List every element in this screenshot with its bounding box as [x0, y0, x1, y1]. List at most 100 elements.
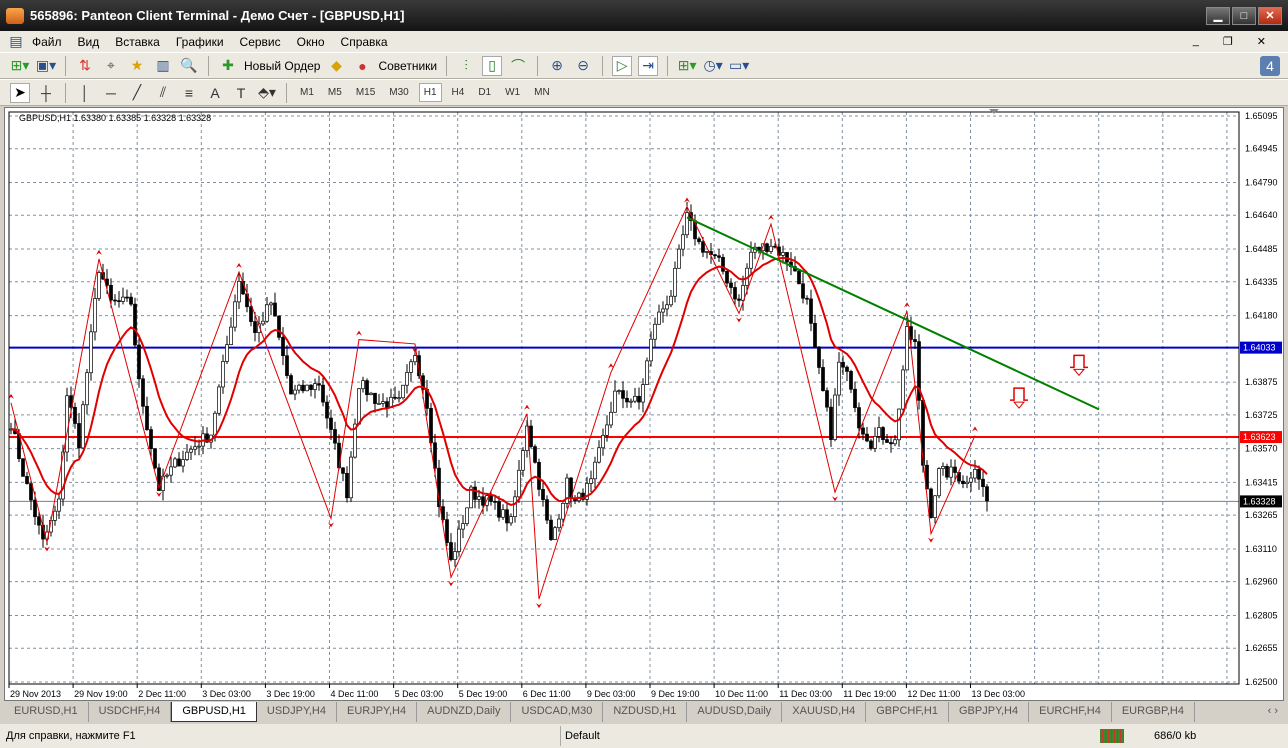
chart-tab[interactable]: EURJPY,H4	[337, 702, 418, 722]
chart-tab[interactable]: EURGBP,H4	[1112, 702, 1195, 722]
chart-tab[interactable]: EURCHF,H4	[1029, 702, 1112, 722]
new-order-button[interactable]: Новый Ордер	[244, 59, 320, 73]
tab-scroll-arrows[interactable]: ‹ ›	[1258, 702, 1288, 722]
chart-tab[interactable]: AUDNZD,Daily	[417, 702, 512, 722]
chart-shift-icon[interactable]: ⇥	[638, 55, 659, 76]
mdi-minimize-button[interactable]: _	[1193, 35, 1199, 48]
price-chart[interactable]: 1.65095 1.64945 1.64790 1.64640 1.64485 1.643…	[5, 108, 1285, 702]
menu-view[interactable]: Вид	[78, 35, 100, 49]
timeframe-w1[interactable]: W1	[501, 84, 524, 101]
fibonacci-icon[interactable]: ≡	[179, 83, 199, 103]
horizontal-line-icon[interactable]: ─	[101, 83, 121, 103]
menu-tools[interactable]: Сервис	[240, 35, 281, 49]
chart-tab[interactable]: AUDUSD,Daily	[687, 702, 783, 722]
market-watch-icon[interactable]: ⇅	[75, 56, 95, 76]
candle-body	[81, 404, 85, 449]
mdi-restore-button[interactable]: ❐	[1223, 35, 1233, 48]
candle-body	[725, 270, 729, 284]
timeframe-m30[interactable]: M30	[385, 84, 412, 101]
connection-icon	[1100, 729, 1124, 743]
candle-body	[329, 417, 333, 430]
timeframe-h4[interactable]: H4	[448, 84, 469, 101]
timeframe-h1[interactable]: H1	[418, 83, 442, 102]
crosshair-icon[interactable]: ┼	[36, 83, 56, 103]
data-window-icon[interactable]: ⌖	[101, 56, 121, 76]
chart-window[interactable]: 1.65095 1.64945 1.64790 1.64640 1.64485 1.643…	[4, 107, 1284, 701]
menu-help[interactable]: Справка	[341, 35, 388, 49]
vertical-line-icon[interactable]: │	[75, 83, 95, 103]
chart-window-icon[interactable]: ▤	[6, 32, 26, 52]
new-order-icon[interactable]: ✚	[218, 56, 238, 76]
periods-icon[interactable]: ◷▾	[703, 56, 723, 76]
candle-body	[333, 429, 337, 444]
chart-tab[interactable]: XAUUSD,H4	[782, 702, 867, 722]
horizontal-line-price: 1.63623	[1243, 432, 1276, 442]
bar-chart-icon[interactable]: ⫶	[456, 56, 476, 76]
new-chart-icon[interactable]: ⊞▾	[10, 56, 30, 76]
candle-body	[849, 371, 853, 390]
templates-icon[interactable]: ▭▾	[729, 56, 749, 76]
candle-body	[973, 469, 977, 479]
title-bar: 565896: Panteon Client Terminal - Демо С…	[0, 0, 1288, 31]
zoom-out-icon[interactable]: ⊖	[573, 56, 593, 76]
chart-tab[interactable]: GBPCHF,H1	[866, 702, 949, 722]
candle-body	[229, 326, 233, 346]
mdi-close-button[interactable]: ✕	[1257, 35, 1266, 48]
maximize-button[interactable]: □	[1232, 7, 1256, 25]
alert-icon[interactable]: ◆	[326, 56, 346, 76]
close-button[interactable]: ✕	[1258, 7, 1282, 25]
profiles-icon[interactable]: ▣▾	[36, 56, 56, 76]
menu-file[interactable]: Файл	[32, 35, 62, 49]
candle-body	[717, 255, 721, 258]
equidistant-channel-icon[interactable]: ⫽	[153, 83, 173, 103]
experts-icon[interactable]: ●	[352, 56, 372, 76]
timeframe-m5[interactable]: M5	[324, 84, 346, 101]
zoom-in-icon[interactable]: ⊕	[547, 56, 567, 76]
auto-scroll-icon[interactable]: ▷	[612, 55, 633, 76]
candle-body	[985, 486, 989, 502]
chart-tab[interactable]: USDCHF,H4	[89, 702, 172, 722]
candle-body	[301, 384, 305, 392]
indicators-icon[interactable]: ⊞▾	[677, 56, 697, 76]
sell-arrow-icon	[1072, 368, 1086, 377]
chart-tab[interactable]: USDCAD,M30	[511, 702, 604, 722]
timeframe-mn[interactable]: MN	[530, 84, 554, 101]
experts-button[interactable]: Советники	[378, 59, 437, 73]
arrows-icon[interactable]: ⬘▾	[257, 83, 277, 103]
candle-body	[977, 469, 981, 480]
candle-body	[913, 339, 917, 343]
text-label-icon[interactable]: T	[231, 83, 251, 103]
menu-window[interactable]: Окно	[297, 35, 325, 49]
line-chart-icon[interactable]: ⌒	[508, 56, 528, 76]
chart-tab[interactable]: GBPJPY,H4	[949, 702, 1030, 722]
chart-tab[interactable]: EURUSD,H1	[4, 702, 89, 722]
minimize-button[interactable]: ▁	[1206, 7, 1230, 25]
chart-tab[interactable]: USDJPY,H4	[257, 702, 337, 722]
menu-charts[interactable]: Графики	[176, 35, 224, 49]
candle-body	[685, 212, 689, 236]
candle-body	[953, 466, 957, 473]
timeframe-d1[interactable]: D1	[474, 84, 495, 101]
text-icon[interactable]: A	[205, 83, 225, 103]
candlestick-icon[interactable]: ▯	[482, 55, 503, 76]
navigator-icon[interactable]: ★	[127, 56, 147, 76]
chart-tab[interactable]: NZDUSD,H1	[603, 702, 688, 722]
candle-body	[289, 375, 293, 395]
chart-tab[interactable]: GBPUSD,H1	[171, 702, 257, 722]
time-tick-label: 5 Dec 19:00	[459, 689, 508, 699]
menu-insert[interactable]: Вставка	[115, 35, 160, 49]
trendline-icon[interactable]: ╱	[127, 83, 147, 103]
candle-body	[649, 338, 653, 362]
comments-icon[interactable]: 4	[1260, 55, 1280, 76]
cursor-icon[interactable]: ➤	[10, 82, 30, 103]
candle-body	[513, 496, 517, 517]
candle-body	[149, 429, 153, 450]
candle-body	[981, 478, 985, 488]
timeframe-m1[interactable]: M1	[296, 84, 318, 101]
strategy-tester-icon[interactable]: 🔍	[179, 56, 199, 76]
terminal-icon[interactable]: ▥	[153, 56, 173, 76]
price-tick-label: 1.62500	[1245, 677, 1278, 687]
time-tick-label: 3 Dec 03:00	[202, 689, 251, 699]
candle-body	[733, 287, 737, 300]
timeframe-m15[interactable]: M15	[352, 84, 379, 101]
